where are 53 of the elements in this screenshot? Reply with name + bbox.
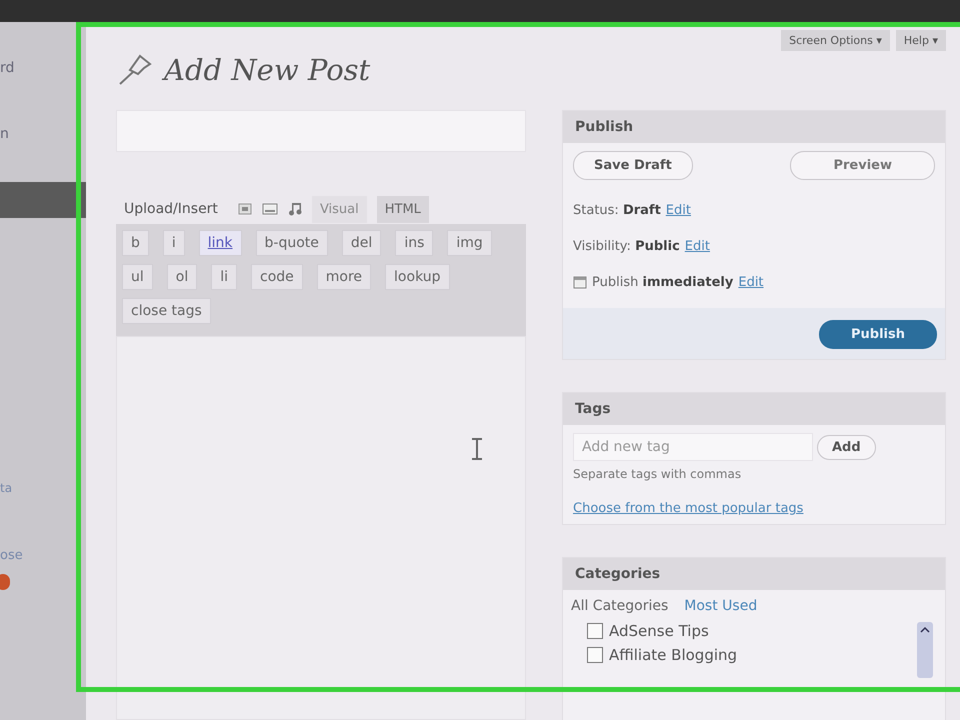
quicktag-button[interactable]: b [122,230,149,256]
panel-title: Publish [563,111,945,143]
status-text: Status: Draft [573,202,661,218]
edit-link[interactable]: Edit [738,274,764,290]
edit-link[interactable]: Edit [684,238,710,254]
panel-title: Tags [563,393,945,425]
image-icon [238,203,252,215]
save-draft-button[interactable]: Save Draft [573,151,693,180]
calendar-icon [573,275,587,289]
sidebar-item[interactable] [0,182,86,218]
badge-icon [0,574,10,590]
quicktag-button[interactable]: img [447,230,492,256]
quicktag-button[interactable]: ul [122,264,153,290]
panel-title: Categories [563,558,945,590]
editor-tab[interactable]: HTML [376,196,429,222]
chevron-up-icon [920,626,930,633]
hint-text: Separate tags with commas [573,467,742,481]
publish-button[interactable]: Publish [819,320,937,349]
dropdown-tab[interactable]: Screen Options ▾ [781,30,890,51]
popular-tags-link[interactable]: Choose from the most popular tags [573,501,935,516]
scrollbar[interactable] [917,622,933,678]
page-title: Add New Post [164,53,370,87]
quicktag-button[interactable]: ins [395,230,434,256]
sidebar-item[interactable]: rd [0,50,86,86]
editor-tab[interactable]: Visual [312,196,367,222]
checkbox[interactable] [587,647,603,663]
quicktag-button[interactable]: code [251,264,303,290]
quicktag-button[interactable]: li [211,264,238,290]
quicktag-button[interactable]: more [316,264,372,290]
edit-link[interactable]: Edit [666,202,691,218]
sidebar-item[interactable]: n [0,116,86,152]
quicktag-button[interactable]: lookup [385,264,450,290]
status-text: Visibility: Public [573,238,680,254]
quicktag-button[interactable]: b-quote [256,230,328,256]
quicktag-button[interactable]: del [342,230,382,256]
dropdown-tab[interactable]: Help ▾ [896,30,946,51]
upload-insert-label: Upload/Insert [124,201,218,217]
status-text: Publish immediately [592,274,734,290]
text-cursor-icon [471,437,483,461]
quicktag-button[interactable]: close tags [122,298,211,324]
add-button[interactable]: Add [817,434,876,460]
category-tab[interactable]: All Categories [571,598,668,614]
category-label: AdSense Tips [609,622,709,640]
category-label: Affiliate Blogging [609,646,738,664]
quicktag-button[interactable]: ol [166,264,198,290]
checkbox[interactable] [587,623,603,639]
tag-input[interactable]: Add new tag [573,433,813,461]
preview-button[interactable]: Preview [790,151,935,180]
music-note-icon [288,202,302,216]
quicktag-button[interactable]: link [198,230,242,256]
video-icon [262,203,278,215]
quicktag-button[interactable]: i [162,230,185,256]
category-tab[interactable]: Most Used [684,598,758,614]
